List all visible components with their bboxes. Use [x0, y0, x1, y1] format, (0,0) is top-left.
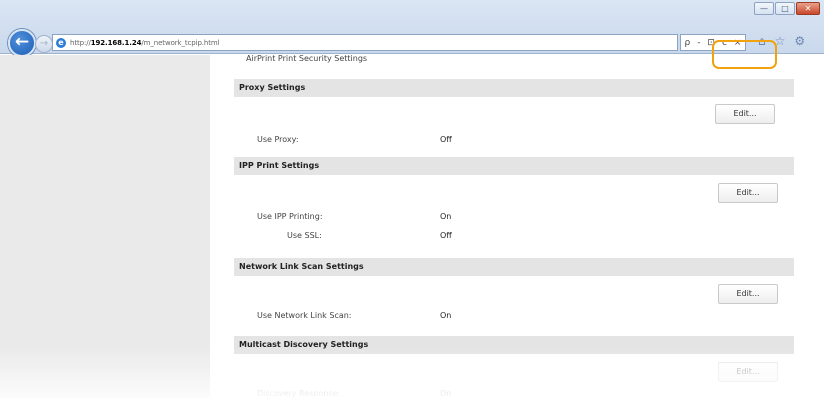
proxy-settings-header: Proxy Settings — [234, 79, 794, 97]
discovery-response-label: Discovery Response: — [257, 389, 341, 398]
dropdown-icon[interactable]: - — [697, 38, 700, 48]
multicast-discovery-header: Multicast Discovery Settings — [234, 336, 794, 354]
arrow-right-icon: → — [39, 38, 49, 49]
airprint-security-link: AirPrint Print Security Settings — [246, 54, 368, 63]
network-link-edit-button[interactable]: Edit... — [718, 284, 778, 304]
search-icon[interactable]: ρ — [684, 38, 690, 48]
proxy-edit-button[interactable]: Edit... — [715, 104, 775, 124]
maximize-button[interactable]: □ — [775, 2, 795, 15]
multicast-edit-button[interactable]: Edit... — [718, 362, 778, 382]
arrow-left-icon: ← — [14, 32, 30, 52]
edit-highlight-frame — [712, 40, 777, 69]
back-button[interactable]: ← — [8, 29, 36, 57]
ipp-print-settings-header: IPP Print Settings — [234, 157, 794, 175]
browser-chrome: — □ ✕ ← → e http://192.168.1.24/m_networ… — [0, 0, 824, 57]
use-ipp-printing-label: Use IPP Printing: — [257, 212, 323, 221]
minimize-button[interactable]: — — [754, 2, 774, 15]
use-ssl-value: Off — [440, 231, 452, 240]
ipp-edit-button[interactable]: Edit... — [718, 183, 778, 203]
use-ssl-label: Use SSL: — [287, 231, 322, 240]
address-bar[interactable]: e http://192.168.1.24/m_network_tcpip.ht… — [52, 34, 678, 51]
left-sidebar — [0, 55, 210, 398]
use-ipp-printing-value: On — [440, 212, 452, 221]
forward-button[interactable]: → — [35, 35, 53, 53]
use-network-link-scan-value: On — [440, 311, 452, 320]
close-button[interactable]: ✕ — [796, 2, 820, 15]
discovery-response-value: On — [440, 389, 452, 398]
network-link-scan-header: Network Link Scan Settings — [234, 258, 794, 276]
use-proxy-value: Off — [440, 135, 452, 144]
use-proxy-label: Use Proxy: — [257, 135, 299, 144]
address-url: http://192.168.1.24/m_network_tcpip.html — [70, 38, 220, 47]
use-network-link-scan-label: Use Network Link Scan: — [257, 311, 352, 320]
ie-page-icon: e — [56, 37, 66, 48]
gear-icon[interactable]: ⚙ — [794, 34, 805, 48]
window-controls: — □ ✕ — [753, 2, 820, 15]
